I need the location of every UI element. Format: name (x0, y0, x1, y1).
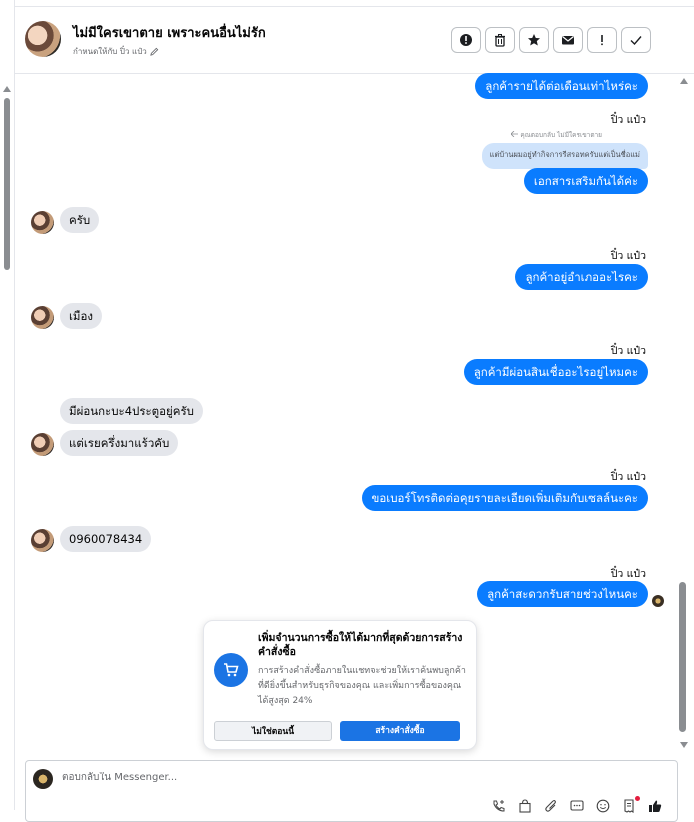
delete-button[interactable] (485, 27, 515, 53)
reply-arrow-icon (510, 130, 519, 138)
trash-icon (495, 34, 505, 47)
receipt-button[interactable] (620, 796, 640, 813)
message-outgoing[interactable]: ขอเบอร์โทรติดต่อคุยรายละเอียดเพิ่มเติมกั… (361, 485, 648, 511)
reply-input[interactable] (62, 772, 462, 783)
exclamation-icon (601, 35, 603, 46)
scroll-down-arrow-icon[interactable] (680, 742, 688, 748)
sender-name: ปิ๋ว แป๋ว (610, 114, 646, 126)
assigned-to-label: กำหนดให้กับ ปิ๋ว แป๋ว (73, 47, 147, 56)
contact-name[interactable]: ไม่มีใครเขาตาย เพราะคนอื่นไม่รัก (73, 22, 266, 43)
mark-unread-button[interactable] (553, 27, 583, 53)
sender-name: ปิ๋ว แป๋ว (610, 471, 646, 483)
alert-icon (460, 34, 472, 46)
header-actions (451, 27, 651, 53)
scroll-thumb[interactable] (679, 582, 686, 732)
reply-composer (25, 760, 678, 822)
message-dots-icon (569, 800, 584, 811)
message-incoming[interactable]: เมือง (60, 303, 103, 329)
message-incoming[interactable]: มีผ่อนกะบะ4ประตูอยู่ครับ (60, 398, 203, 424)
promo-body: การสร้างคำสั่งซื้อภายในแชทจะช่วยให้เราค้… (258, 666, 466, 706)
contact-avatar-small (31, 306, 54, 329)
check-icon (630, 36, 642, 46)
message-outgoing[interactable]: ลูกค้ามีผ่อนสินเชื่ออะไรอยู่ไหมคะ (463, 359, 648, 385)
like-button[interactable] (646, 799, 663, 813)
contact-avatar-small (31, 529, 54, 552)
thumbs-up-icon (648, 800, 661, 812)
message-incoming[interactable]: แต่เรยครึ่งมาแร้วคับ (60, 430, 179, 456)
receipt-icon (623, 799, 634, 813)
message-outgoing[interactable]: ลูกค้าอยู่อำเภออะไรคะ (515, 264, 648, 290)
add-call-button[interactable] (490, 799, 507, 813)
composer-toolbar (490, 796, 663, 813)
contact-avatar-small (31, 211, 54, 234)
emoji-button[interactable] (594, 799, 611, 813)
assigned-to[interactable]: กำหนดให้กับ ปิ๋ว แป๋ว (73, 45, 159, 58)
done-button[interactable] (621, 27, 651, 53)
create-order-button[interactable]: สร้างคำสั่งซื้อ (340, 721, 460, 741)
seen-indicator-avatar (652, 595, 664, 607)
cart-icon-badge (214, 653, 248, 687)
promo-title: เพิ่มจำนวนการซื้อให้ได้มากที่สุดด้วยการส… (258, 632, 463, 658)
message-outgoing[interactable]: ลูกค้ารายได้ต่อเดือนเท่าไหร่คะ (475, 73, 648, 99)
sender-name: ปิ๋ว แป๋ว (610, 345, 646, 357)
conversation-header: ไม่มีใครเขาตาย เพราะคนอื่นไม่รัก กำหนดให… (15, 7, 694, 74)
reply-meta-label: คุณตอบกลับ ไม่มีใครเขาตาย (520, 131, 602, 139)
smiley-icon (596, 799, 609, 813)
message-outgoing[interactable]: ลูกค้าสะดวกรับสายช่วงไหนคะ (477, 581, 648, 607)
contact-avatar[interactable] (25, 21, 61, 57)
saved-replies-button[interactable] (568, 799, 585, 813)
left-scrollbar[interactable] (0, 0, 15, 810)
create-order-promo-card: เพิ่มจำนวนการซื้อให้ได้มากที่สุดด้วยการส… (203, 620, 477, 750)
message-incoming[interactable]: ครับ (60, 207, 100, 233)
thread-scrollbar[interactable] (674, 74, 694, 754)
paperclip-icon (544, 800, 556, 812)
attach-button[interactable] (542, 799, 559, 813)
contact-avatar-small (31, 433, 54, 456)
spam-button[interactable] (587, 27, 617, 53)
sender-name: ปิ๋ว แป๋ว (610, 250, 646, 262)
scroll-up-arrow-icon[interactable] (3, 86, 11, 92)
quoted-message[interactable]: แต่บ้านผมอยู่ทำกิจการรีสรอทครับแต่เป็นชื… (481, 143, 648, 169)
not-now-button[interactable]: ไม่ใช่ตอนนี้ (214, 721, 332, 741)
star-icon (528, 34, 540, 46)
scroll-thumb[interactable] (4, 98, 10, 270)
report-button[interactable] (451, 27, 481, 53)
star-button[interactable] (519, 27, 549, 53)
page-avatar (33, 769, 53, 789)
pencil-icon[interactable] (150, 47, 159, 56)
message-outgoing[interactable]: เอกสารเสริมกันได้ค่ะ (523, 168, 648, 194)
reply-indicator: คุณตอบกลับ ไม่มีใครเขาตาย (510, 130, 602, 140)
shopping-bag-button[interactable] (516, 799, 533, 813)
sender-name: ปิ๋ว แป๋ว (610, 568, 646, 580)
mail-icon (562, 36, 574, 45)
notification-dot (635, 796, 640, 801)
scroll-up-arrow-icon[interactable] (680, 78, 688, 84)
bag-icon (518, 799, 531, 813)
cart-icon (224, 663, 239, 677)
message-thread[interactable]: ลูกค้ารายได้ต่อเดือนเท่าไหร่คะ ปิ๋ว แป๋ว… (15, 73, 674, 754)
phone-plus-icon (493, 800, 504, 812)
message-incoming[interactable]: 0960078434 (60, 526, 152, 552)
